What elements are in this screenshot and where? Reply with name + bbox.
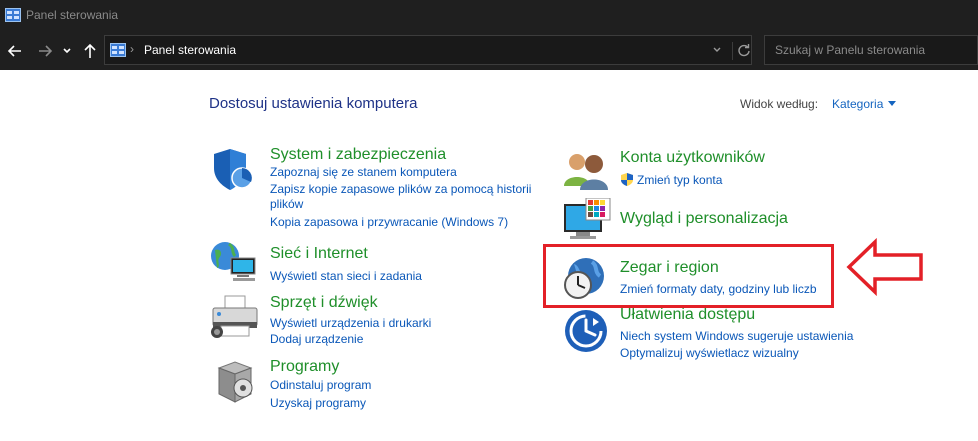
recent-locations-button[interactable] [60, 42, 74, 60]
link-change-account-type[interactable]: Zmień typ konta [620, 172, 722, 188]
chevron-down-icon [713, 47, 721, 52]
link-optimize-visual-display[interactable]: Optymalizuj wyświetlacz wizualny [620, 345, 799, 361]
page-title: Dostosuj ustawienia komputera [209, 95, 418, 112]
ease-of-access-icon [563, 308, 609, 359]
back-arrow-icon [7, 45, 21, 57]
uac-shield-icon [621, 173, 633, 186]
category-title-ease-of-access[interactable]: Ułatwienia dostępu [620, 306, 755, 324]
red-arrow-icon [845, 237, 925, 301]
category-title-system-security[interactable]: System i zabezpieczenia [270, 146, 446, 164]
link-network-status[interactable]: Wyświetl stan sieci i zadania [270, 268, 422, 284]
title-bar: Panel sterowania [0, 0, 978, 32]
view-by-label: Widok według: [740, 97, 819, 111]
link-backup-restore-win7[interactable]: Kopia zapasowa i przywracanie (Windows 7… [270, 214, 508, 230]
link-uninstall-program[interactable]: Odinstaluj program [270, 377, 371, 393]
up-arrow-icon [84, 43, 96, 58]
link-change-account-type-label: Zmień typ konta [637, 173, 723, 187]
category-title-user-accounts[interactable]: Konta użytkowników [620, 149, 765, 167]
control-panel-icon [5, 8, 21, 27]
view-by-dropdown[interactable]: Kategoria [832, 97, 897, 111]
category-title-network-internet[interactable]: Sieć i Internet [270, 245, 368, 263]
forward-button[interactable] [36, 42, 54, 60]
programs-box-icon [213, 358, 257, 411]
link-add-device[interactable]: Dodaj urządzenie [270, 331, 363, 347]
chevron-down-icon [63, 48, 71, 54]
category-title-appearance-personalization[interactable]: Wygląd i personalizacja [620, 210, 788, 228]
refresh-icon [738, 44, 750, 57]
personalization-monitor-icon [562, 197, 612, 247]
link-get-programs[interactable]: Uzyskaj programy [270, 395, 366, 411]
category-title-programs[interactable]: Programy [270, 358, 339, 376]
refresh-button[interactable] [732, 42, 755, 60]
forward-arrow-icon [39, 45, 53, 57]
caret-down-icon [888, 101, 897, 106]
link-windows-suggest-settings[interactable]: Niech system Windows sugeruje ustawienia [620, 328, 853, 344]
window-title: Panel sterowania [26, 8, 119, 22]
users-icon [562, 150, 610, 197]
navigation-bar: › Panel sterowania Szukaj w Panelu stero… [0, 32, 978, 70]
printer-icon [209, 294, 261, 345]
control-panel-icon [110, 43, 126, 62]
link-file-history-backup[interactable]: Zapisz kopie zapasowe plików za pomocą h… [270, 181, 531, 197]
chevron-right-icon: › [130, 42, 134, 56]
network-globe-icon [209, 238, 261, 289]
shield-icon [210, 146, 258, 199]
search-input[interactable]: Szukaj w Panelu sterowania [764, 35, 978, 65]
address-dropdown-button[interactable] [712, 43, 722, 61]
address-box[interactable]: › Panel sterowania [104, 35, 752, 65]
breadcrumb[interactable]: Panel sterowania [144, 43, 236, 57]
link-devices-printers[interactable]: Wyświetl urządzenia i drukarki [270, 315, 431, 331]
category-title-hardware-sound[interactable]: Sprzęt i dźwięk [270, 294, 378, 312]
view-by-value: Kategoria [832, 97, 884, 111]
link-check-computer-status[interactable]: Zapoznaj się ze stanem komputera [270, 164, 457, 180]
up-button[interactable] [81, 42, 99, 60]
link-file-history-backup-cont[interactable]: plików [270, 196, 303, 212]
highlight-box [543, 244, 834, 308]
back-button[interactable] [6, 42, 24, 60]
